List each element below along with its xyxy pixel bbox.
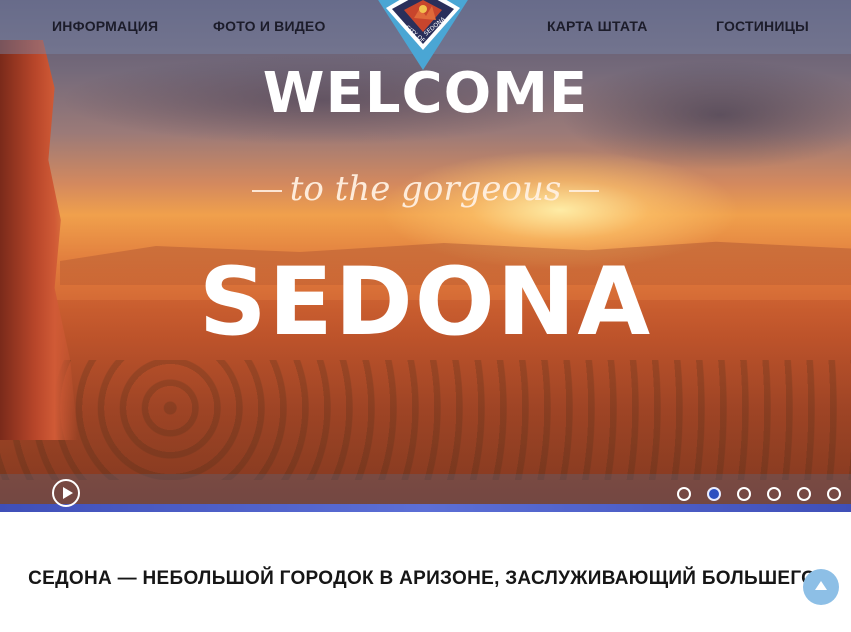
slider-dot-2[interactable]	[707, 487, 721, 501]
nav-item-photo-video[interactable]: ФОТО И ВИДЕО	[213, 18, 326, 34]
hero-tagline: to the gorgeous	[0, 172, 851, 206]
tagline-dash	[569, 190, 600, 192]
city-seal-icon: CITY OF SEDONA	[378, 0, 468, 70]
page-headline: СЕДОНА — НЕБОЛЬШОЙ ГОРОДОК В АРИЗОНЕ, ЗА…	[28, 568, 823, 589]
slider-control-bar	[0, 474, 851, 512]
slider-dot-5[interactable]	[797, 487, 811, 501]
nav-item-state-map[interactable]: КАРТА ШТАТА	[547, 18, 648, 34]
tagline-dash	[251, 190, 282, 192]
nav-item-hotels[interactable]: ГОСТИНИЦЫ	[716, 18, 809, 34]
slider-dot-6[interactable]	[827, 487, 841, 501]
slider-dot-1[interactable]	[677, 487, 691, 501]
arrow-up-icon	[815, 581, 827, 590]
hero-title: SEDONA	[198, 248, 653, 357]
hero-welcome-text: WELCOME	[262, 61, 589, 126]
city-logo[interactable]: CITY OF SEDONA	[364, 0, 482, 70]
desert-shrubs	[0, 360, 851, 480]
play-icon	[63, 487, 73, 499]
nav-item-info[interactable]: ИНФОРМАЦИЯ	[52, 18, 158, 34]
slider-dot-3[interactable]	[737, 487, 751, 501]
slider-dot-4[interactable]	[767, 487, 781, 501]
slider-accent-strip	[0, 504, 851, 512]
slideshow-play-button[interactable]	[52, 479, 80, 507]
hero-tagline-text: to the gorgeous	[289, 169, 562, 209]
scroll-to-top-button[interactable]	[803, 569, 839, 605]
